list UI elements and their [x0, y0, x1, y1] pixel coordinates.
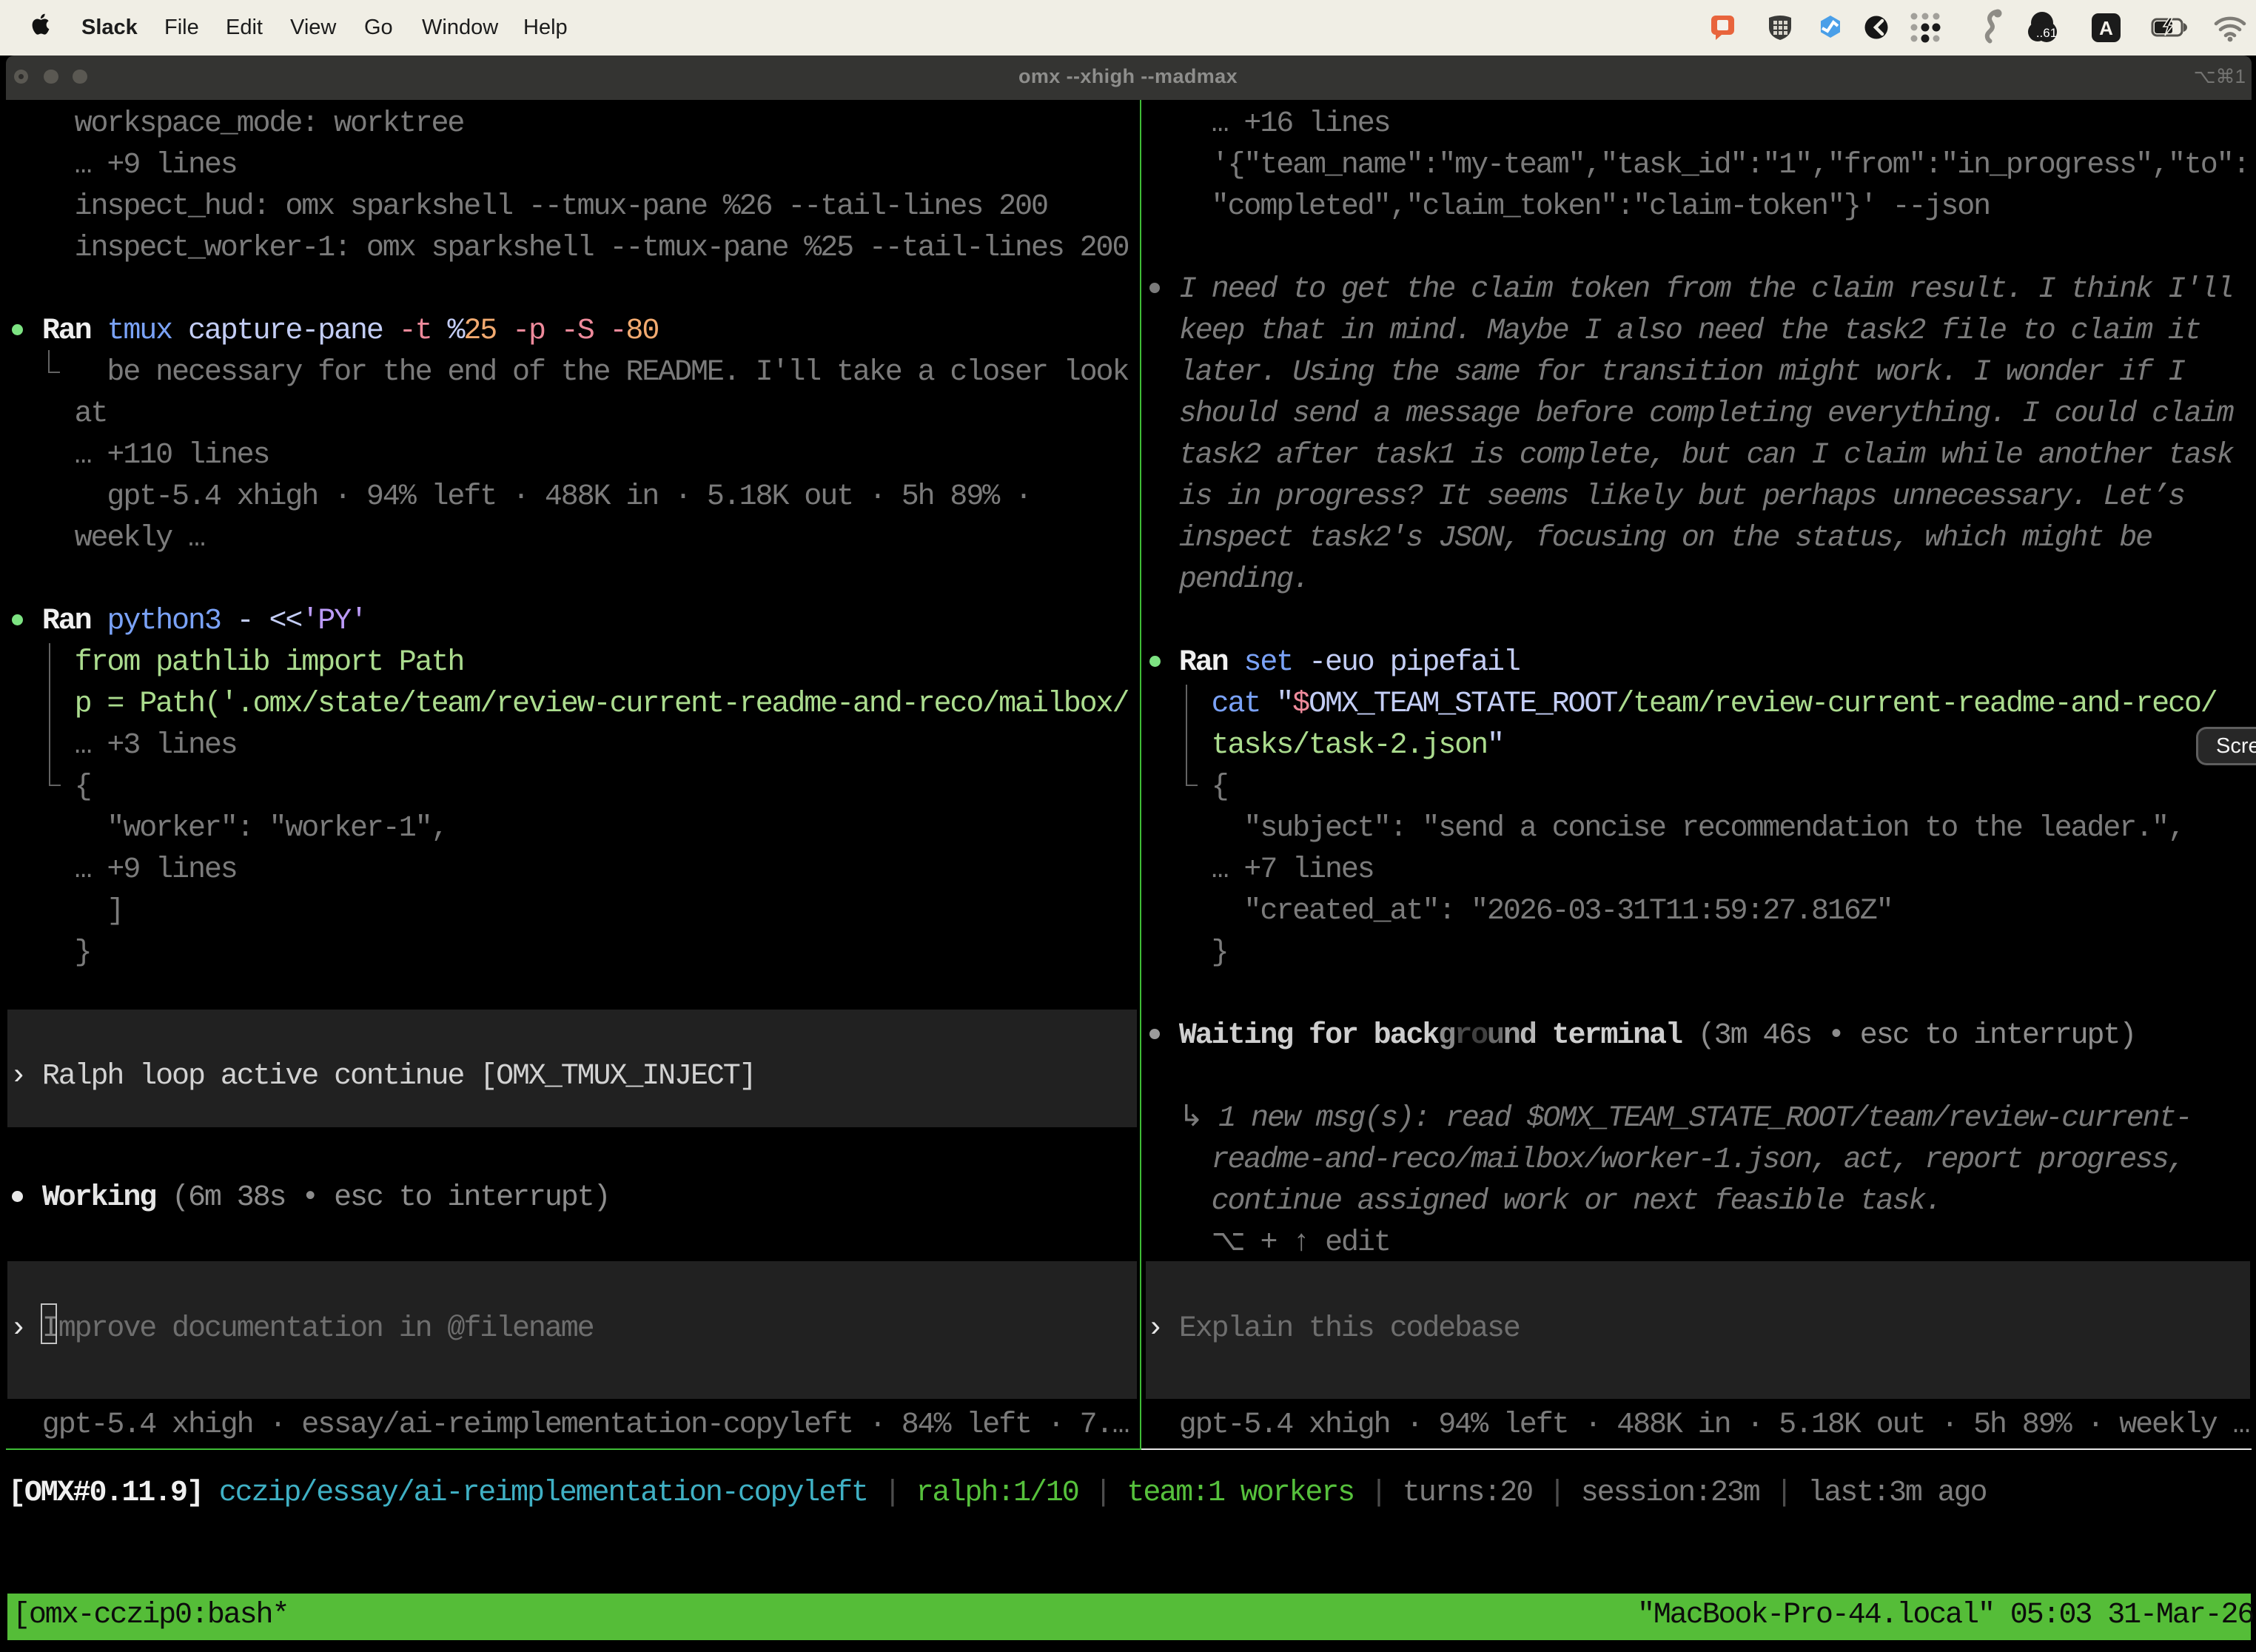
svg-text:A: A	[2099, 17, 2113, 39]
svg-text:..61: ..61	[2036, 26, 2057, 40]
